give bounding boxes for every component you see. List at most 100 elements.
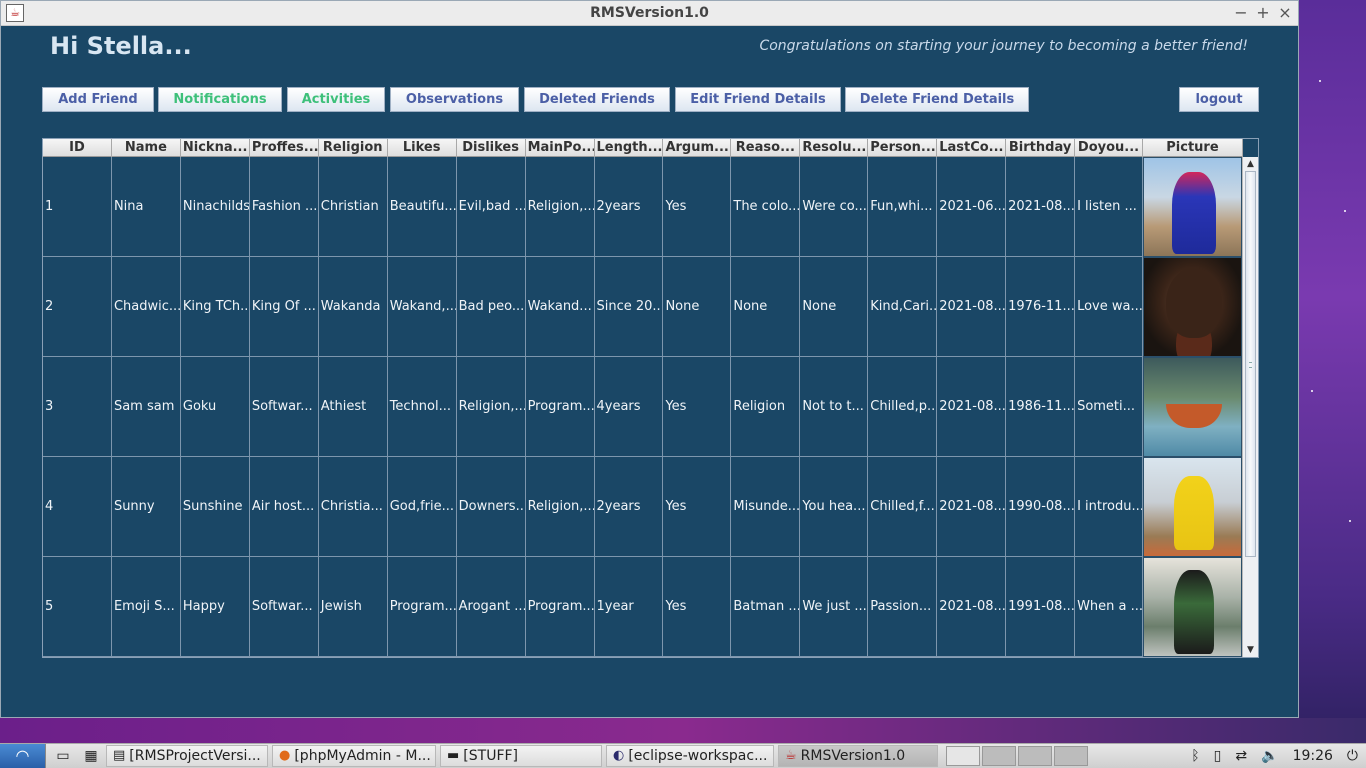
table-row[interactable]: 4 Sunny Sunshine Air host... Christia... God,… [43,457,1243,557]
table-cell[interactable]: Yes [663,457,732,557]
table-cell[interactable]: 2021-08... [937,457,1007,557]
column-header[interactable]: Length... [595,139,664,157]
table-cell[interactable]: Chilled,p... [868,357,938,457]
close-icon[interactable]: × [1278,3,1292,22]
friend-picture[interactable] [1143,257,1243,357]
battery-icon[interactable]: ▯ [1214,748,1222,764]
column-header[interactable]: Likes [388,139,457,157]
table-cell[interactable]: Nina [112,157,181,257]
column-header[interactable]: Proffes... [250,139,319,157]
table-cell[interactable]: Sam sam [112,357,181,457]
deleted-friends-button[interactable]: Deleted Friends [524,87,670,112]
table-cell[interactable]: 3 [43,357,112,457]
clock[interactable]: 19:26 [1293,748,1333,764]
table-cell[interactable]: Sunshine [181,457,250,557]
table-cell[interactable]: 2021-06... [937,157,1007,257]
table-cell[interactable]: Fashion ... [250,157,319,257]
friend-picture[interactable] [1143,557,1243,657]
column-header[interactable]: Religion [319,139,388,157]
table-cell[interactable]: Love wa... [1075,257,1143,357]
friend-picture[interactable] [1143,457,1243,557]
table-cell[interactable]: Yes [663,157,732,257]
delete-friend-details-button[interactable]: Delete Friend Details [845,87,1029,112]
table-cell[interactable]: King Of ... [250,257,319,357]
table-cell[interactable]: 2years [595,457,664,557]
table-cell[interactable]: Christia... [319,457,388,557]
start-menu-icon[interactable]: ◠ [0,744,46,768]
task-rmsproject[interactable]: ▤ [RMSProjectVersi... [106,745,268,767]
column-header[interactable]: Reaso... [731,139,801,157]
table-cell[interactable]: None [663,257,732,357]
friend-picture[interactable] [1143,357,1243,457]
table-cell[interactable]: Athiest [319,357,388,457]
table-cell[interactable]: Batman ... [731,557,801,657]
column-header[interactable]: Person... [868,139,938,157]
network-icon[interactable]: ⇄ [1235,748,1247,764]
table-cell[interactable]: Wakanda [319,257,388,357]
table-cell[interactable]: Fun,whi... [868,157,938,257]
table-cell[interactable]: Religion,... [457,357,526,457]
table-cell[interactable]: Someti... [1075,357,1143,457]
workspace-4[interactable] [1054,746,1088,766]
table-cell[interactable]: None [731,257,801,357]
column-header[interactable]: Birthday [1006,139,1076,157]
power-icon[interactable]: ⏻ [1347,748,1358,764]
table-row[interactable]: 5 Emoji S... Happy Softwar... Jewish Program.… [43,557,1243,657]
friend-picture[interactable] [1143,157,1243,257]
table-cell[interactable]: 2021-08... [937,357,1007,457]
table-cell[interactable]: Jewish [319,557,388,657]
table-cell[interactable]: I listen ... [1075,157,1143,257]
table-cell[interactable]: Ninachilds [181,157,250,257]
table-cell[interactable]: Wakand,... [388,257,457,357]
table-cell[interactable]: Wakand... [526,257,595,357]
table-cell[interactable]: Program... [526,557,595,657]
edit-friend-details-button[interactable]: Edit Friend Details [675,87,841,112]
table-cell[interactable]: 2021-08... [937,257,1007,357]
table-row[interactable]: 1 Nina Ninachilds Fashion ... Christian Beaut… [43,157,1243,257]
table-cell[interactable]: Downers... [457,457,526,557]
table-cell[interactable]: You hea... [800,457,869,557]
table-cell[interactable]: Were co... [800,157,869,257]
table-cell[interactable]: 1991-08... [1006,557,1076,657]
table-cell[interactable]: 1year [595,557,664,657]
table-cell[interactable]: Misunde... [731,457,801,557]
workspace-pager[interactable] [946,746,1088,766]
table-cell[interactable]: 2years [595,157,664,257]
table-cell[interactable]: Evil,bad ... [457,157,526,257]
scroll-down-icon[interactable]: ▼ [1243,643,1258,657]
column-header[interactable]: Doyou... [1075,139,1143,157]
task-rmsversion[interactable]: ☕ RMSVersion1.0 [778,745,938,767]
maximize-icon[interactable]: + [1256,3,1270,22]
column-header[interactable]: Picture [1143,139,1243,157]
table-cell[interactable]: I introdu... [1075,457,1143,557]
table-cell[interactable]: Goku [181,357,250,457]
table-cell[interactable]: 4years [595,357,664,457]
table-cell[interactable]: Arogant ... [457,557,526,657]
table-cell[interactable]: Sunny [112,457,181,557]
table-cell[interactable]: Happy [181,557,250,657]
table-cell[interactable]: 4 [43,457,112,557]
table-cell[interactable]: Technol... [388,357,457,457]
column-header[interactable]: Resolu... [800,139,869,157]
table-cell[interactable]: Since 20... [595,257,664,357]
vertical-scrollbar[interactable]: ▲ ▼ [1242,157,1258,657]
window-titlebar[interactable]: ☕ RMSVersion1.0 − + × [1,1,1298,26]
table-cell[interactable]: Not to t... [800,357,869,457]
table-cell[interactable]: 1986-11... [1006,357,1076,457]
table-cell[interactable]: None [800,257,869,357]
notifications-button[interactable]: Notifications [158,87,282,112]
scroll-up-icon[interactable]: ▲ [1243,157,1258,171]
table-cell[interactable]: Softwar... [250,357,319,457]
bluetooth-icon[interactable]: ᛒ [1191,748,1199,764]
column-header[interactable]: Argum... [663,139,732,157]
table-cell[interactable]: When a ... [1075,557,1143,657]
column-header[interactable]: LastCo... [937,139,1007,157]
file-manager-icon[interactable]: ▭ [52,746,74,766]
scroll-thumb[interactable] [1245,171,1256,557]
column-header[interactable]: ID [43,139,112,157]
table-cell[interactable]: Air host... [250,457,319,557]
table-cell[interactable]: Yes [663,557,732,657]
table-cell[interactable]: Emoji S... [112,557,181,657]
table-cell[interactable]: Passion... [868,557,938,657]
table-cell[interactable]: Yes [663,357,732,457]
